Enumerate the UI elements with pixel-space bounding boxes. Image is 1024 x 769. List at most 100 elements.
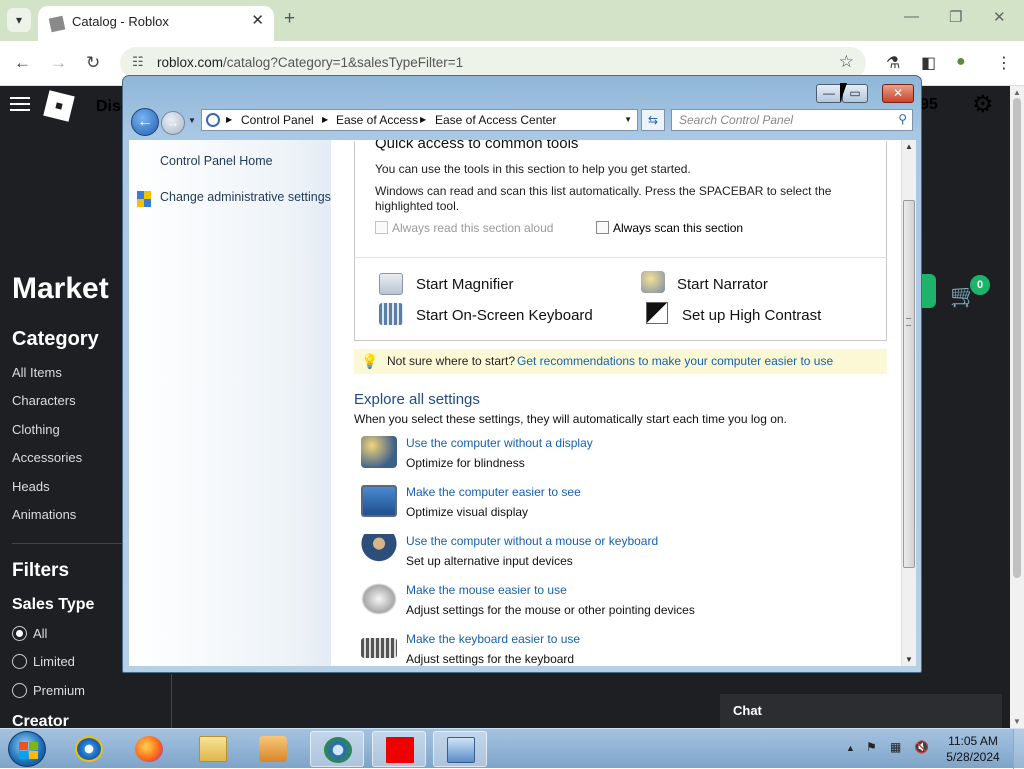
hamburger-menu-icon[interactable] [10, 97, 30, 111]
volume-muted-icon[interactable]: 🔇 [914, 740, 929, 754]
url-text[interactable]: roblox.com/catalog?Category=1&salesTypeF… [157, 55, 463, 70]
restore-icon[interactable]: ❐ [949, 8, 962, 26]
start-button[interactable] [8, 731, 46, 767]
clock-date: 5/28/2024 [946, 750, 1000, 764]
category-clothing[interactable]: Clothing [12, 422, 60, 437]
category-characters[interactable]: Characters [12, 393, 76, 408]
refresh-icon[interactable]: ⇆ [641, 109, 665, 131]
start-onscreen-keyboard-link[interactable]: Start On-Screen Keyboard [416, 307, 593, 324]
no-display-link[interactable]: Use the computer without a display [406, 436, 593, 450]
setup-high-contrast-link[interactable]: Set up High Contrast [682, 307, 821, 324]
bookmark-star-icon[interactable]: ☆ [839, 52, 854, 72]
action-center-flag-icon[interactable]: ⚑ [866, 740, 877, 754]
control-panel-window: — ▭ ✕ ← → ▼ ▶ Control Panel ▶ Ease of Ac… [122, 75, 922, 673]
scrollbar-thumb[interactable] [903, 200, 915, 568]
category-heads[interactable]: Heads [12, 479, 50, 494]
sales-type-premium-radio[interactable]: Premium [12, 683, 85, 698]
clock[interactable]: 11:05 AM 5/28/2024 [940, 733, 1006, 765]
profile-icon[interactable]: ● [956, 53, 966, 71]
minimize-icon[interactable]: — [904, 8, 919, 25]
sales-type-limited-radio[interactable]: Limited [12, 654, 75, 669]
category-all-items[interactable]: All Items [12, 365, 62, 380]
explore-subtext: When you select these settings, they wil… [354, 412, 787, 426]
keyboard-icon [379, 303, 403, 325]
mouse-easier-link[interactable]: Make the mouse easier to use [406, 583, 567, 597]
close-button[interactable]: ✕ [882, 84, 914, 103]
clock-time: 11:05 AM [948, 734, 998, 748]
change-admin-settings-link[interactable]: Change administrative settings [160, 190, 331, 204]
taskbar-media-player[interactable] [246, 731, 300, 767]
forward-icon[interactable]: → [50, 53, 67, 73]
easier-to-see-link[interactable]: Make the computer easier to see [406, 485, 581, 499]
recommendations-link[interactable]: Get recommendations to make your compute… [517, 354, 833, 368]
chat-bar[interactable]: Chat [720, 694, 1002, 728]
scroll-up-icon[interactable]: ▲ [905, 142, 913, 151]
labs-icon[interactable]: ⚗ [886, 53, 900, 73]
show-desktop-button[interactable] [1013, 729, 1024, 769]
recent-pages-dropdown-icon[interactable]: ▼ [188, 116, 196, 125]
ease-of-access-icon [324, 737, 352, 763]
uac-shield-icon [137, 191, 151, 207]
lightbulb-icon: 💡 [361, 353, 379, 369]
forward-arrow-icon[interactable]: → [161, 111, 185, 135]
minimize-button[interactable]: — [816, 84, 842, 103]
robux-balance[interactable]: 95 [920, 96, 938, 114]
taskbar-red-app[interactable] [372, 731, 426, 767]
scroll-down-icon[interactable]: ▼ [1013, 717, 1021, 726]
breadcrumb-ease-of-access-center[interactable]: Ease of Access Center [435, 113, 556, 127]
high-contrast-icon [646, 302, 668, 324]
roblox-logo-icon[interactable] [43, 90, 75, 122]
close-window-icon[interactable]: ✕ [993, 8, 1006, 26]
taskbar-internet-explorer[interactable] [62, 731, 116, 767]
close-tab-icon[interactable]: ✕ [251, 11, 264, 29]
chevron-down-icon[interactable]: ▼ [624, 115, 632, 124]
sales-type-all-radio[interactable]: All [12, 626, 47, 641]
category-animations[interactable]: Animations [12, 507, 76, 522]
start-magnifier-link[interactable]: Start Magnifier [416, 276, 514, 293]
roblox-favicon-icon [48, 15, 66, 33]
scroll-up-icon[interactable]: ▲ [1013, 88, 1021, 97]
explore-heading: Explore all settings [354, 391, 480, 408]
tab-search-icon[interactable]: ▾ [7, 8, 31, 32]
breadcrumb-control-panel[interactable]: Control Panel [241, 113, 314, 127]
site-info-icon[interactable]: ☷ [132, 54, 144, 70]
sidepanel-icon[interactable]: ◧ [921, 53, 936, 73]
scroll-down-icon[interactable]: ▼ [905, 655, 913, 664]
start-narrator-link[interactable]: Start Narrator [677, 276, 768, 293]
scan-section-checkbox[interactable]: Always scan this section [596, 221, 743, 235]
read-aloud-checkbox[interactable]: Always read this section aloud [375, 221, 553, 235]
search-icon[interactable]: ⚲ [898, 112, 907, 126]
taskbar-file-explorer[interactable] [186, 731, 240, 767]
control-panel-scrollbar[interactable]: ▲ ▼ [901, 140, 916, 666]
back-icon[interactable]: ← [14, 53, 31, 73]
taskbar-ease-of-access[interactable] [310, 731, 364, 767]
back-arrow-icon[interactable]: ← [131, 108, 159, 136]
search-control-panel[interactable]: ⚲ [671, 109, 913, 131]
divider [12, 543, 124, 544]
chevron-right-icon[interactable]: ▶ [420, 115, 426, 124]
breadcrumb[interactable]: ▶ Control Panel ▶ Ease of Access ▶ Ease … [201, 109, 638, 131]
breadcrumb-ease-of-access[interactable]: Ease of Access [336, 113, 418, 127]
scrollbar-thumb[interactable] [1013, 98, 1021, 578]
browser-tab[interactable]: Catalog - Roblox ✕ [38, 6, 274, 41]
page-title: Market [12, 272, 109, 305]
show-hidden-icons[interactable]: ▲ [846, 743, 855, 753]
settings-gear-icon[interactable]: ⚙ [972, 90, 994, 119]
taskbar-control-panel[interactable] [433, 731, 487, 767]
quick-access-heading: Quick access to common tools [375, 140, 579, 152]
chevron-right-icon[interactable]: ▶ [322, 115, 328, 124]
control-panel-icon [206, 113, 220, 127]
control-panel-home-link[interactable]: Control Panel Home [160, 154, 273, 168]
search-input[interactable] [672, 110, 882, 130]
chevron-right-icon[interactable]: ▶ [226, 115, 232, 124]
no-mouse-keyboard-link[interactable]: Use the computer without a mouse or keyb… [406, 534, 658, 548]
keyboard-easier-link[interactable]: Make the keyboard easier to use [406, 632, 580, 646]
new-tab-icon[interactable]: + [284, 8, 295, 30]
mouse-cursor-icon [840, 83, 847, 103]
taskbar-firefox[interactable] [122, 731, 176, 767]
category-accessories[interactable]: Accessories [12, 450, 82, 465]
page-scrollbar[interactable]: ▲ ▼ [1010, 86, 1024, 728]
reload-icon[interactable]: ↻ [86, 53, 100, 73]
menu-icon[interactable]: ⋮ [996, 53, 1012, 73]
network-icon[interactable]: ▦ [890, 740, 901, 754]
